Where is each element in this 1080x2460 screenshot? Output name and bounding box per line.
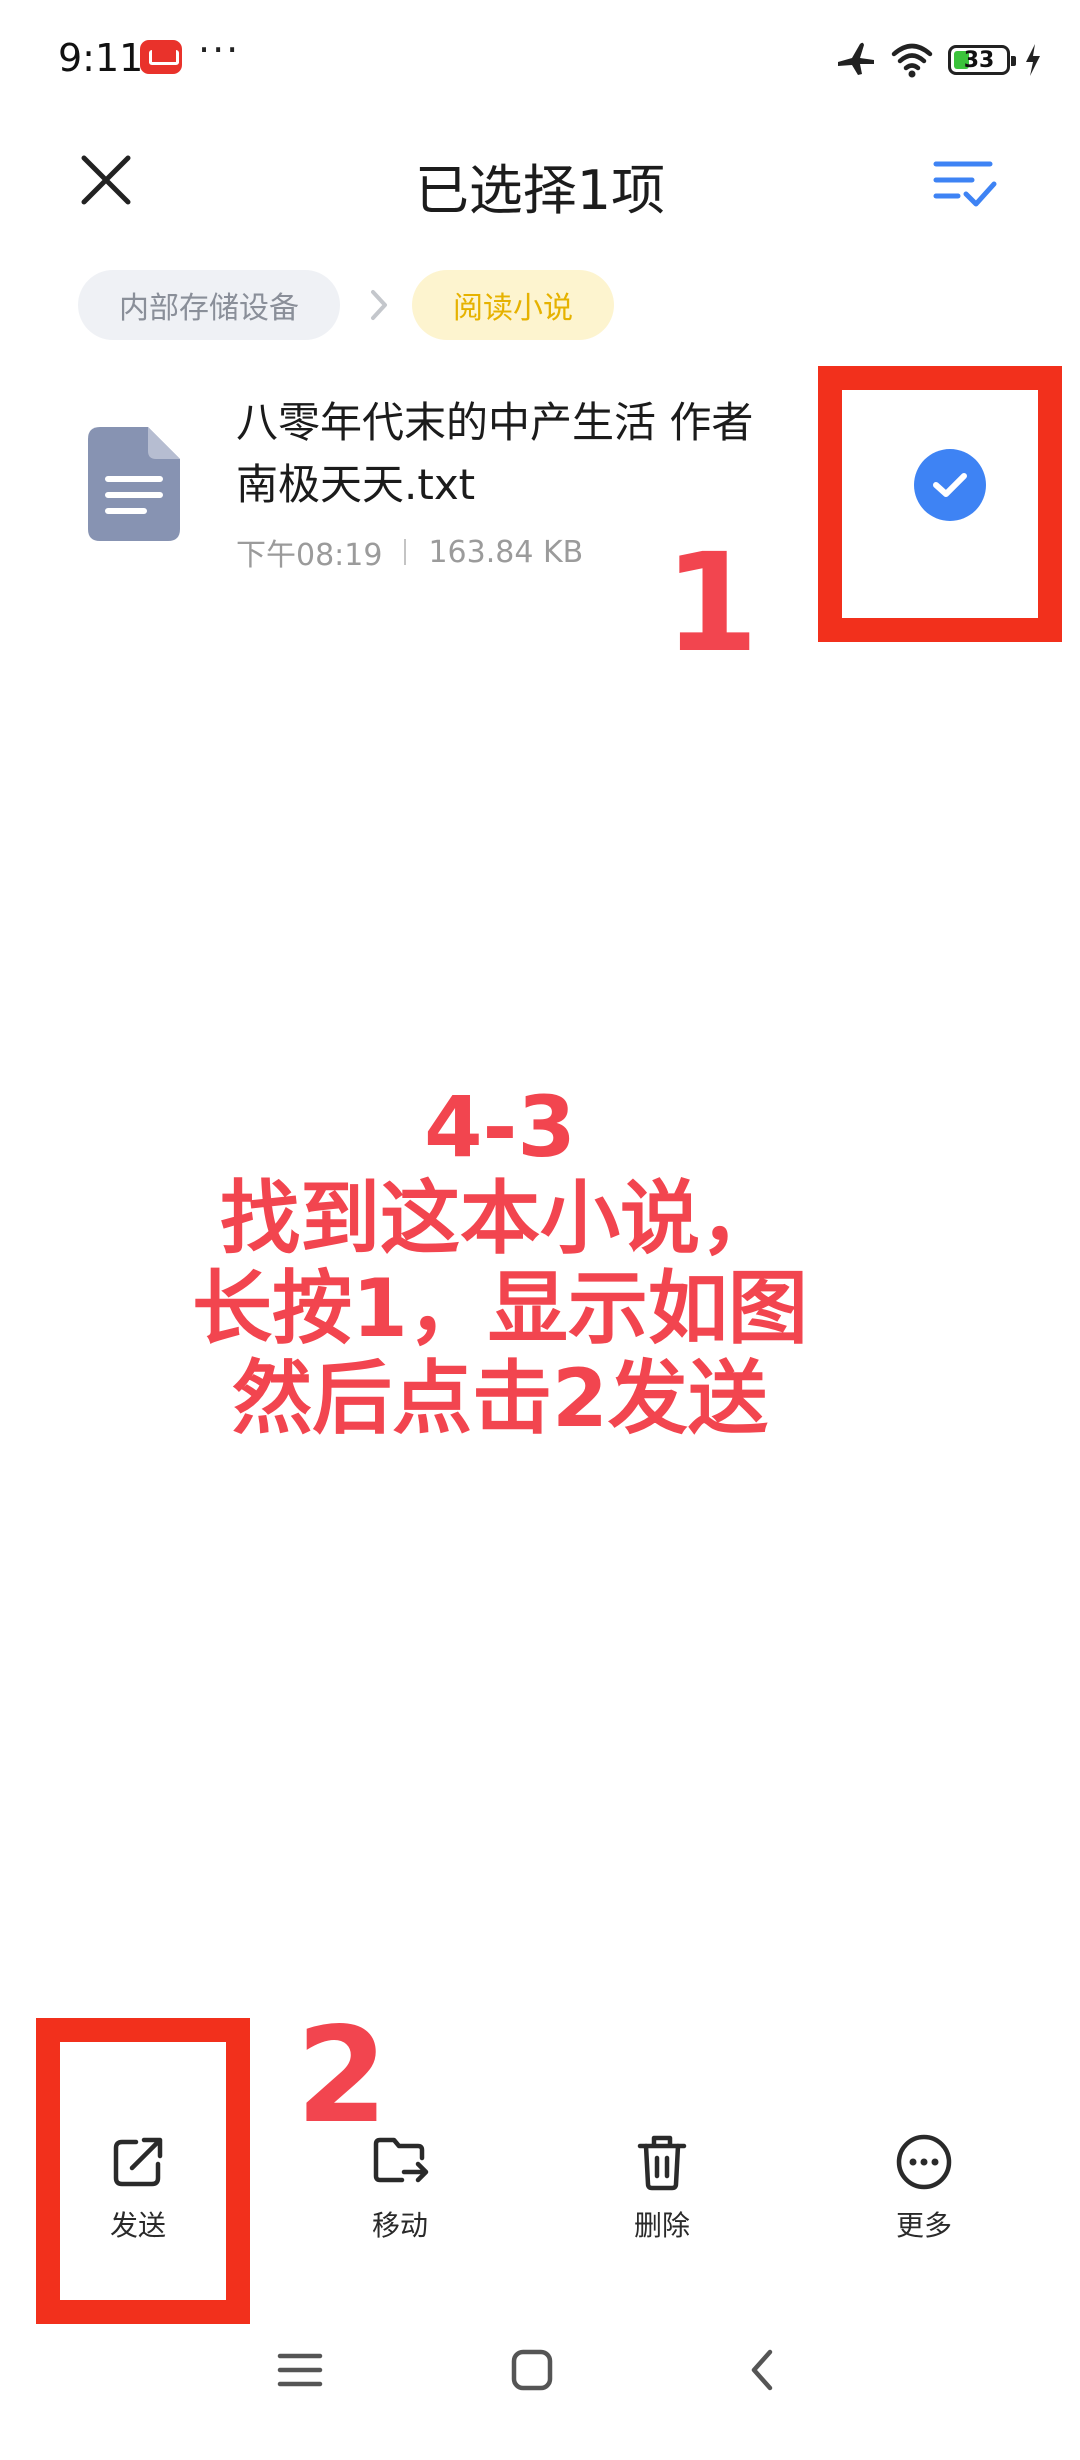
send-button[interactable]: 发送 [48, 2130, 228, 2260]
move-button[interactable]: 移动 [310, 2130, 490, 2260]
send-label: 发送 [109, 2209, 166, 2242]
battery-level: 33 [963, 47, 995, 73]
wifi-icon [891, 43, 933, 78]
status-icons: 33 [836, 38, 1042, 82]
home-icon[interactable] [502, 2340, 562, 2400]
annotation-box-1 [818, 366, 1062, 642]
instruction-step: 4-3 [424, 1078, 576, 1176]
file-size: 163.84 KB [428, 534, 584, 570]
file-name: 八零年代末的中产生活 作者 南极天天.txt [236, 392, 836, 516]
text-file-icon [88, 427, 180, 541]
select-all-icon [933, 161, 997, 207]
trash-icon [637, 2135, 687, 2191]
file-name-line-1: 八零年代末的中产生活 作者 [236, 398, 754, 447]
airplane-icon [838, 42, 874, 75]
select-all-button[interactable] [932, 152, 998, 214]
instruction-text: 4-3 找到这本小说， 长按1，显示如图 然后点击2发送 [0, 1080, 1000, 1444]
instruction-line-1: 找到这本小说， [220, 1172, 780, 1265]
file-name-line-2: 南极天天.txt [236, 460, 476, 509]
more-label: 更多 [895, 2209, 952, 2242]
instruction-line-3: 然后点击2发送 [232, 1352, 768, 1445]
share-icon [113, 2137, 163, 2187]
back-icon[interactable] [734, 2340, 794, 2400]
delete-button[interactable]: 删除 [572, 2130, 752, 2260]
move-label: 移动 [371, 2209, 428, 2242]
breadcrumb-root[interactable]: 内部存储设备 [78, 270, 340, 340]
annotation-marker-1: 1 [664, 525, 759, 683]
file-time: 下午08:19 [236, 538, 383, 573]
annotation-marker-2: 2 [296, 1999, 388, 2153]
more-icon [896, 2134, 952, 2190]
charging-icon [1026, 44, 1040, 76]
status-dots: ··· [198, 28, 241, 72]
chevron-right-icon [371, 290, 387, 320]
delete-label: 删除 [633, 2209, 690, 2242]
status-time: 9:11 [58, 36, 144, 80]
battery-icon: 33 [948, 45, 1016, 75]
move-folder-icon [373, 2137, 429, 2183]
more-button[interactable]: 更多 [834, 2130, 1014, 2260]
app-badge-icon [140, 40, 182, 74]
screen: 9:11 ··· 33 已选择1项 内部存储设备 阅读小说 八零年代末的中产生活… [0, 0, 1080, 2460]
breadcrumb-current[interactable]: 阅读小说 [412, 270, 614, 340]
meta-divider [404, 539, 407, 565]
instruction-line-2: 长按1，显示如图 [192, 1262, 808, 1355]
menu-icon[interactable] [270, 2340, 330, 2400]
page-title: 已选择1项 [414, 159, 666, 222]
file-meta: 下午08:19 163.84 KB [236, 530, 583, 574]
